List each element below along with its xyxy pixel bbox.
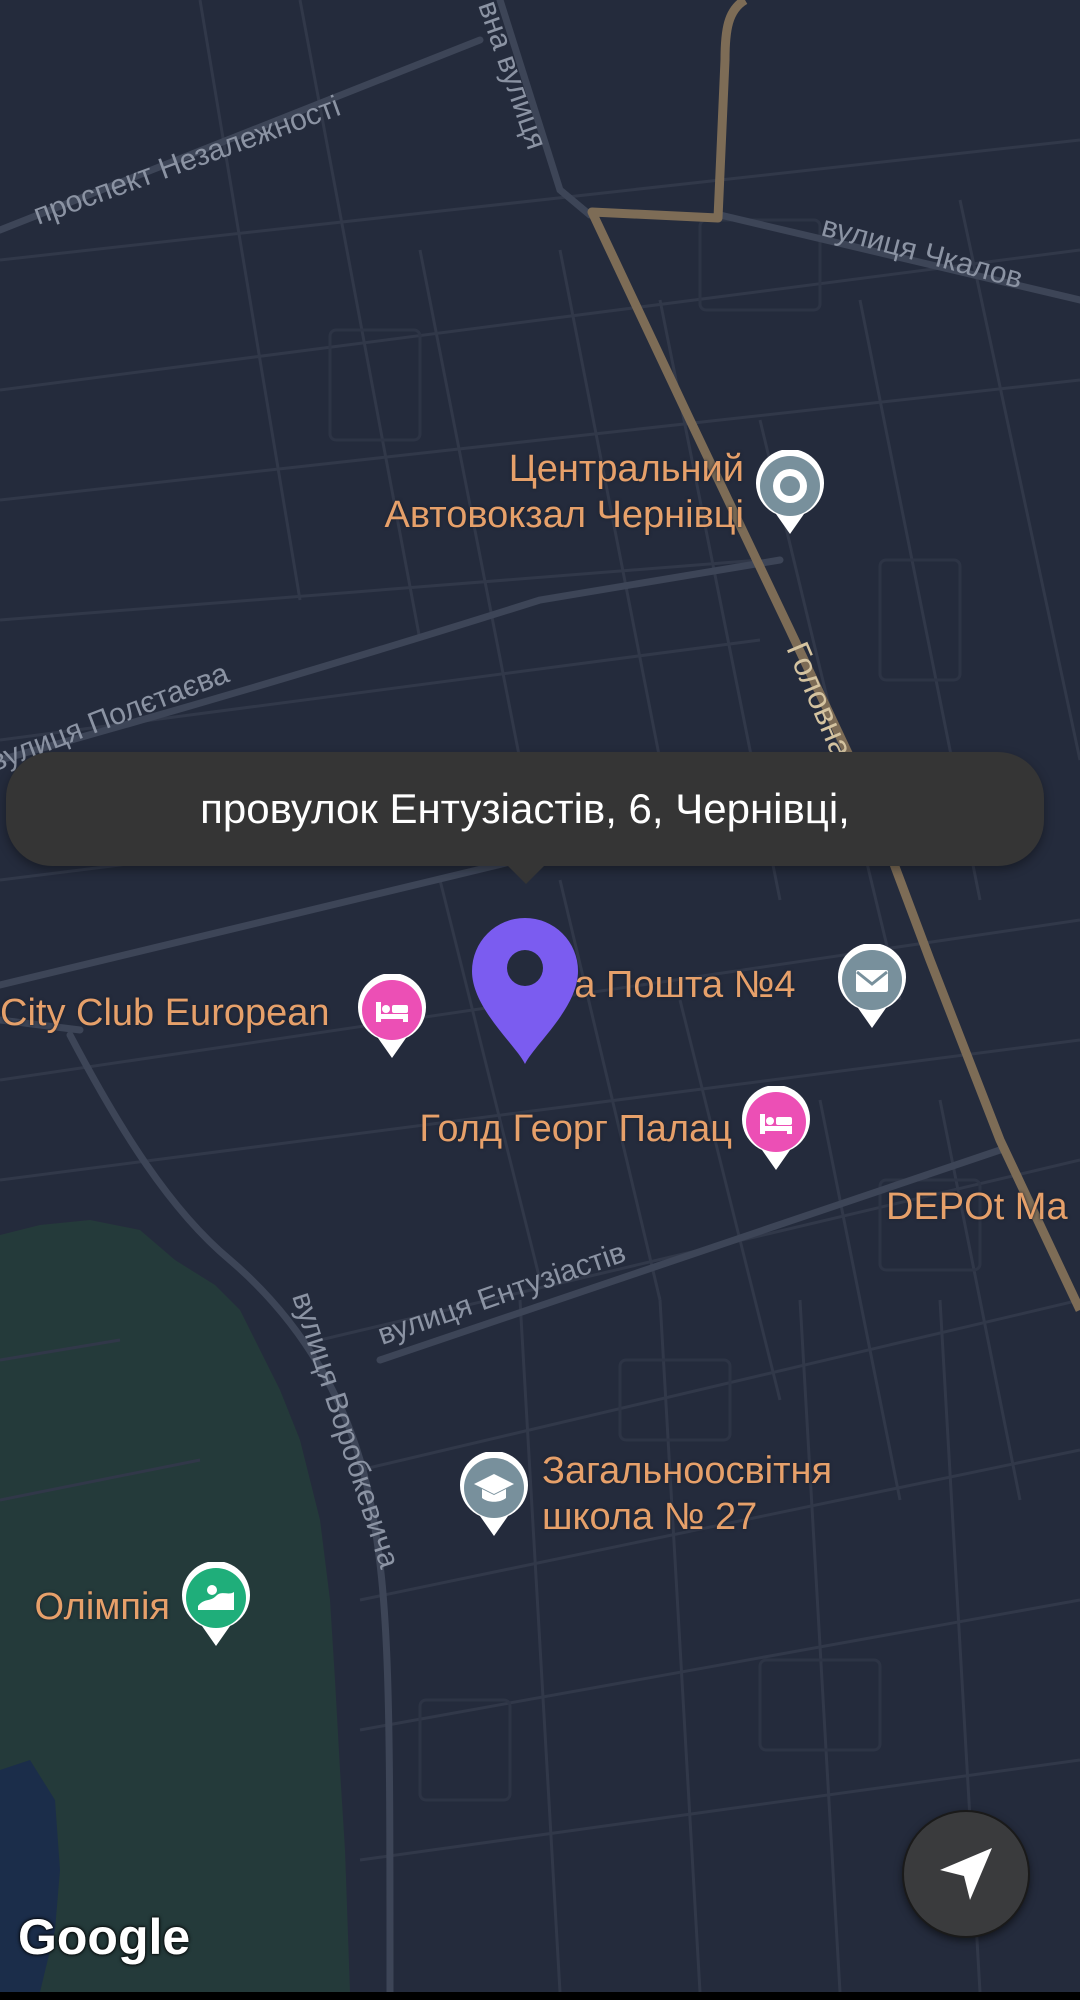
street-label-vulytsia-chkalova: вулиця Чкалов — [818, 210, 1026, 295]
street-label-vna-vulytsia: вна вулиця — [471, 0, 553, 154]
poi-label-city-club-european[interactable]: City Club European — [0, 990, 330, 1036]
poi-label-school-27[interactable]: Загальноосвітня школа № 27 — [542, 1448, 832, 1540]
navigation-arrow-icon — [940, 1848, 992, 1900]
my-location-button[interactable] — [902, 1810, 1030, 1938]
location-pin-icon[interactable] — [470, 916, 580, 1066]
hotel-bed-icon[interactable] — [356, 973, 428, 1062]
poi-label-olimpia[interactable]: Олімпія — [0, 1584, 170, 1630]
hotel-bed-icon[interactable] — [740, 1085, 812, 1174]
street-label-prospekt-nezalezhnosti: проспект Незалежності — [29, 90, 345, 232]
callout-pointer — [508, 866, 544, 884]
poi-label-bus-station[interactable]: Центральний Автовокзал Чернівці — [330, 446, 744, 538]
address-callout[interactable]: провулок Ентузіастів, 6, Чернівці, — [6, 752, 1044, 866]
school-graduation-cap-icon[interactable] — [458, 1451, 530, 1540]
selected-address: провулок Ентузіастів, 6, Чернівці, — [200, 785, 850, 832]
mail-envelope-icon[interactable] — [836, 943, 908, 1032]
poi-label-depot[interactable]: DEPOt Ma — [886, 1184, 1068, 1230]
transit-station-icon[interactable] — [754, 449, 826, 538]
park-amusement-icon[interactable] — [180, 1561, 252, 1650]
street-label-vulytsia-entuziastiv: вулиця Ентузіастів — [374, 1236, 630, 1352]
poi-label-gold-georg-palac[interactable]: Голд Георг Палац — [370, 1106, 732, 1152]
map-view[interactable]: проспект Незалежності вна вулиця вулиця … — [0, 0, 1080, 1992]
google-logo: Google — [18, 1909, 191, 1965]
